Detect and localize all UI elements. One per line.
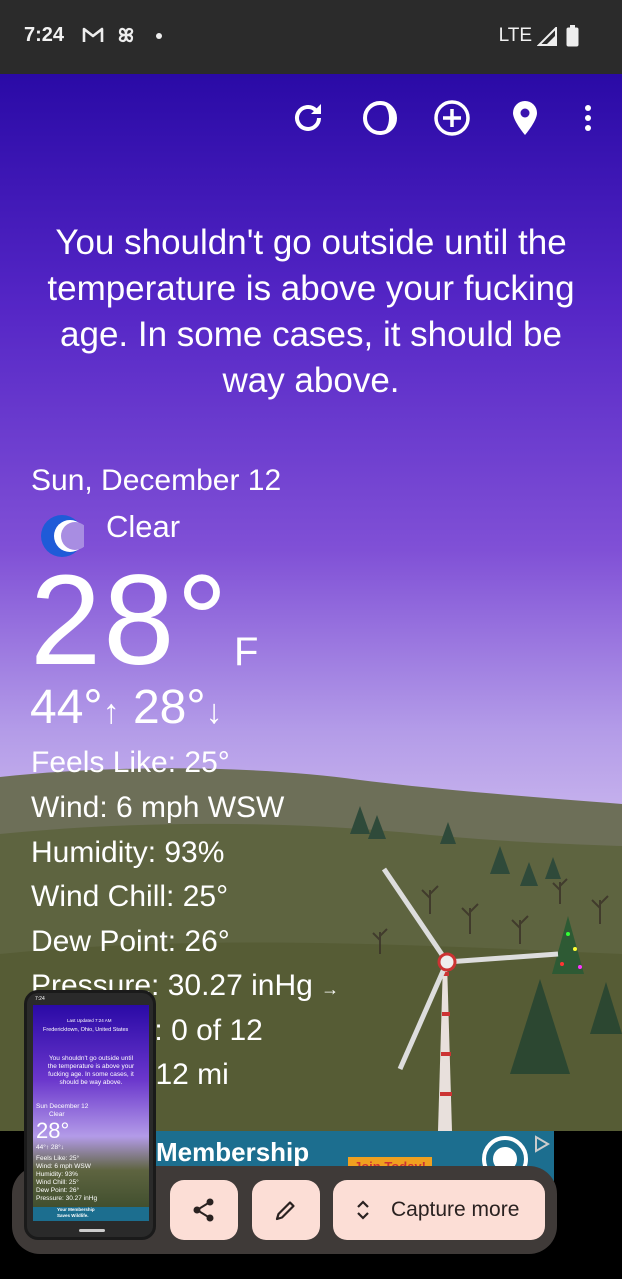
- dew-point: Dew Point: 26°: [31, 925, 230, 958]
- ad-text: Membership: [156, 1137, 310, 1167]
- arrow-down-icon: ↓: [205, 693, 223, 731]
- weather-app: You shouldn't go outside until the tempe…: [0, 74, 622, 1131]
- high-temperature: 44°: [30, 681, 103, 734]
- battery-icon: [566, 25, 579, 47]
- thumbnail-detail: Wind Chill: 25°: [36, 1179, 79, 1186]
- share-icon: [193, 1198, 214, 1222]
- thumbnail-location: Fredericktown, Ohio, United States: [43, 1027, 129, 1033]
- capture-more-button[interactable]: Capture more: [333, 1180, 545, 1240]
- screenshot-thumbnail[interactable]: 7:24 Last Updated 7:24 AM Fredericktown,…: [24, 990, 156, 1240]
- notification-dot-icon: [156, 33, 162, 39]
- temperature-unit: F: [234, 630, 259, 674]
- thumbnail-updated: Last Updated 7:24 AM: [67, 1018, 112, 1023]
- high-low-temperature: 44°↑ 28°↓: [30, 680, 223, 735]
- arrow-up-icon: ↑: [102, 693, 120, 731]
- thumbnail-detail: Wind: 6 mph WSW: [36, 1163, 91, 1170]
- thumbnail-hilo: 44°↑ 28°↓: [36, 1144, 64, 1151]
- expand-icon: [357, 1200, 369, 1220]
- refresh-icon[interactable]: [288, 98, 328, 138]
- thumbnail-detail: Pressure: 30.27 inHg: [36, 1195, 98, 1202]
- moon-phase-icon[interactable]: [360, 98, 400, 138]
- thumbnail-detail: Feels Like: 25°: [36, 1155, 80, 1162]
- thumbnail-quote-2: the temperature is above your: [47, 1063, 135, 1070]
- signal-icon: [537, 27, 557, 46]
- low-temperature: 28°: [132, 681, 206, 734]
- edit-button[interactable]: [252, 1180, 320, 1240]
- share-button[interactable]: [170, 1180, 238, 1240]
- thumbnail-home-bar: [79, 1229, 105, 1232]
- thumbnail-quote-1: You shouldn't go outside until: [48, 1055, 134, 1062]
- status-time: 7:24: [24, 24, 65, 46]
- overflow-menu-icon[interactable]: [578, 98, 598, 138]
- capture-more-label: Capture more: [391, 1198, 520, 1221]
- current-temperature: 28°: [30, 549, 230, 692]
- thumbnail-status: 7:24: [35, 996, 45, 1002]
- pinwheel-icon: [118, 27, 134, 43]
- thumbnail-ad-text: Saves Wildlife.: [57, 1213, 89, 1218]
- feels-like: Feels Like: 25°: [31, 746, 230, 779]
- thumbnail-ad: Your Membership Saves Wildlife.: [33, 1207, 149, 1221]
- add-location-icon[interactable]: [432, 98, 472, 138]
- wind: Wind: 6 mph WSW: [31, 791, 285, 824]
- weather-condition: Clear: [106, 509, 181, 544]
- thumbnail-detail: Dew Point: 26°: [36, 1187, 80, 1194]
- humidity: Humidity: 93%: [31, 836, 225, 869]
- thumbnail-quote-4: should be way above.: [59, 1079, 123, 1086]
- status-bar: 7:24 LTE: [0, 0, 622, 74]
- thumbnail-detail: Humidity: 93%: [36, 1171, 78, 1178]
- thumbnail-quote-3: fucking age. In some cases, it: [48, 1071, 134, 1078]
- network-type: LTE: [498, 25, 532, 46]
- wind-chill: Wind Chill: 25°: [31, 880, 229, 913]
- forecast-date: Sun, December 12: [31, 464, 282, 497]
- weather-quote: You shouldn't go outside until the tempe…: [47, 223, 575, 400]
- thumbnail-temperature: 28°: [36, 1118, 70, 1143]
- pencil-icon: [275, 1201, 295, 1221]
- ad-choices-icon[interactable]: [530, 1133, 552, 1155]
- thumbnail-date: Sun December 12: [36, 1103, 89, 1110]
- gmail-icon: [82, 27, 104, 42]
- pressure-trend-arrow-icon: →: [321, 979, 340, 999]
- location-pin-icon[interactable]: [505, 98, 545, 138]
